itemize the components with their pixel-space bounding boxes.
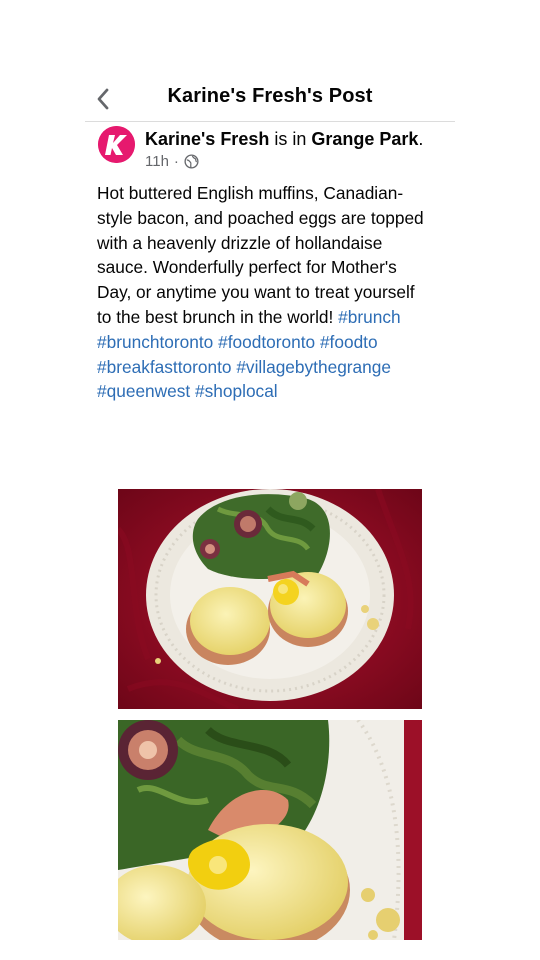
hashtag-link[interactable]: #breakfasttoronto <box>97 357 232 377</box>
hashtag-link[interactable]: #brunchtoronto <box>97 332 213 352</box>
location-suffix: . <box>418 129 424 149</box>
hashtag-link[interactable]: #villagebythegrange <box>236 357 391 377</box>
hashtag-line: #breakfasttoronto #villagebythegrange <box>97 355 447 380</box>
post-text-fragment: to the best brunch in the world! <box>97 306 339 327</box>
avatar[interactable] <box>98 126 135 163</box>
post-text-line: Day, or anytime you want to treat yourse… <box>97 282 415 303</box>
author-name[interactable]: Karine's Fresh <box>145 129 269 149</box>
post-text: Hot buttered English muffins, Canadian- … <box>97 181 447 404</box>
post-photo-2[interactable] <box>118 720 422 940</box>
location-link[interactable]: Grange Park <box>311 129 418 149</box>
brand-logo-icon <box>98 126 135 163</box>
post-text-line-with-tag: to the best brunch in the world! #brunch <box>97 305 447 330</box>
hashtag-line: #queenwest #shoplocal <box>97 379 447 404</box>
hashtag-link[interactable]: #foodto <box>320 332 378 352</box>
globe-icon[interactable] <box>184 154 199 169</box>
page-title: Karine's Fresh's Post <box>167 85 373 107</box>
meta-separator: · <box>173 153 179 170</box>
post-text-line: Hot buttered English muffins, Canadian- <box>97 183 404 203</box>
hashtag-link[interactable]: #shoplocal <box>195 381 278 401</box>
post-text-line: style bacon, and poached eggs are topped <box>97 207 424 228</box>
hashtag-link[interactable]: #foodtoronto <box>218 332 315 352</box>
photo-eggs-benedict-plate <box>118 489 422 709</box>
checkin-connector: is in <box>269 129 312 149</box>
hashtag-link[interactable]: #queenwest <box>97 381 190 401</box>
timestamp[interactable]: 11h <box>145 153 169 170</box>
post-author-row: Karine's Fresh is in Grange Park. 11h · <box>98 126 458 174</box>
post-header: Karine's Fresh's Post <box>0 78 540 120</box>
author-line: Karine's Fresh is in Grange Park. <box>145 129 423 150</box>
post-text-line: with a heavenly drizzle of hollandaise <box>97 232 383 253</box>
post-meta: 11h · <box>145 153 199 170</box>
post-text-line: sauce. Wonderfully perfect for Mother's <box>97 257 397 278</box>
post-photo-1[interactable] <box>118 489 422 709</box>
hashtag-link[interactable]: #brunch <box>338 307 400 327</box>
photo-eggs-benedict-closeup <box>118 720 422 940</box>
header-divider <box>85 121 455 122</box>
hashtag-line: #brunchtoronto #foodtoronto #foodto <box>97 330 447 355</box>
